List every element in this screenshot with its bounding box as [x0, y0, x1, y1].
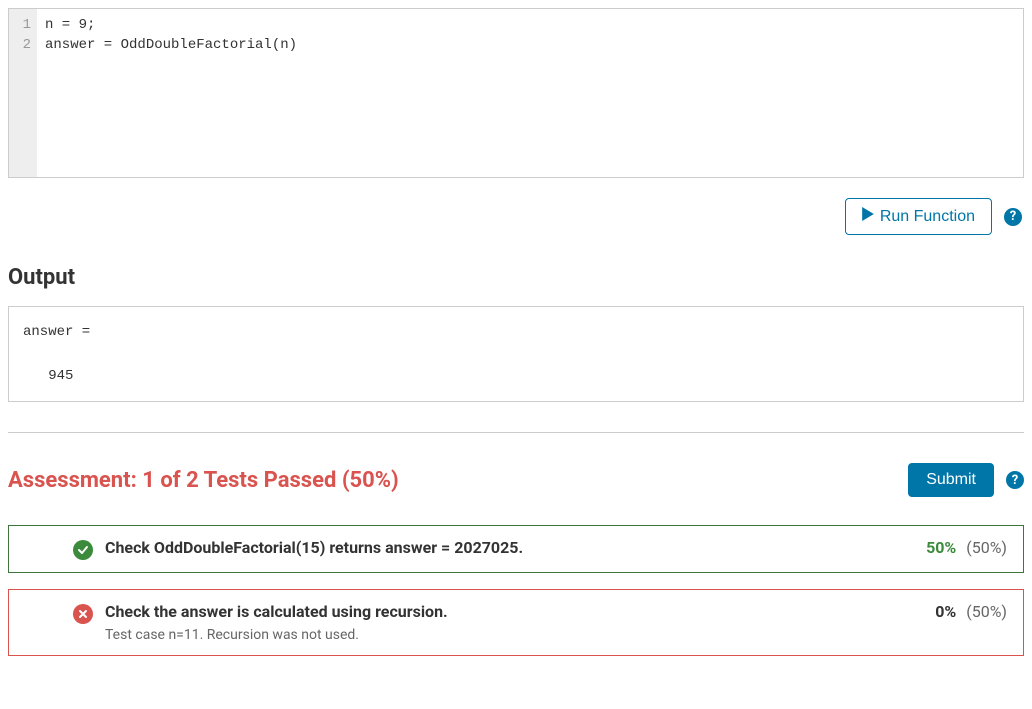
divider — [8, 432, 1024, 433]
line-gutter: 1 2 — [9, 9, 37, 177]
test-scores: 0% (50%) — [887, 602, 1007, 621]
output-box: answer = 945 — [8, 306, 1024, 402]
x-circle-icon — [73, 604, 93, 624]
submit-group: Submit ? — [908, 463, 1024, 497]
code-line: answer = OddDoubleFactorial(n) — [45, 37, 297, 53]
score-total: (50%) — [966, 538, 1007, 557]
run-row: Run Function ? — [8, 198, 1024, 235]
line-number: 2 — [13, 35, 31, 55]
test-title: Check OddDoubleFactorial(15) returns ans… — [105, 538, 887, 557]
help-icon[interactable]: ? — [1004, 208, 1022, 226]
play-icon — [862, 207, 874, 226]
test-result-pass: Check OddDoubleFactorial(15) returns ans… — [8, 525, 1024, 573]
help-icon[interactable]: ? — [1006, 471, 1024, 489]
assessment-header: Assessment: 1 of 2 Tests Passed (50%) Su… — [8, 463, 1024, 497]
code-line: n = 9; — [45, 17, 95, 33]
assessment-title: Assessment: 1 of 2 Tests Passed (50%) — [8, 468, 399, 493]
code-editor[interactable]: 1 2 n = 9; answer = OddDoubleFactorial(n… — [8, 8, 1024, 178]
score-earned: 50% — [926, 538, 956, 557]
check-circle-icon — [73, 540, 93, 560]
submit-button[interactable]: Submit — [908, 463, 994, 497]
score-earned: 0% — [935, 602, 956, 621]
test-result-fail: Check the answer is calculated using rec… — [8, 589, 1024, 656]
output-title: Output — [8, 265, 1024, 290]
test-body: Check the answer is calculated using rec… — [105, 602, 887, 643]
test-detail: Test case n=11. Recursion was not used. — [105, 627, 887, 643]
code-area[interactable]: n = 9; answer = OddDoubleFactorial(n) — [37, 9, 1023, 177]
test-title: Check the answer is calculated using rec… — [105, 602, 887, 621]
test-body: Check OddDoubleFactorial(15) returns ans… — [105, 538, 887, 557]
line-number: 1 — [13, 15, 31, 35]
test-scores: 50% (50%) — [887, 538, 1007, 557]
run-function-button[interactable]: Run Function — [845, 198, 992, 235]
score-total: (50%) — [966, 602, 1007, 621]
run-button-label: Run Function — [880, 208, 975, 226]
